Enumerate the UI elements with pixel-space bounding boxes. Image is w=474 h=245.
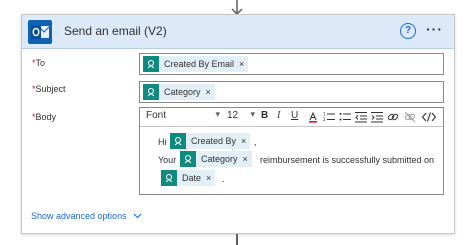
dynamic-content-token[interactable]: Category × [143, 84, 215, 100]
to-label: *To [32, 58, 45, 68]
dynamic-content-token[interactable]: Category × [180, 151, 252, 167]
help-button[interactable]: ? [400, 23, 416, 39]
show-advanced-label: Show advanced options [31, 211, 127, 221]
to-field[interactable]: Created By Email × [139, 53, 444, 75]
body-label-text: Body [35, 112, 57, 122]
decrease-indent-icon[interactable] [355, 111, 367, 123]
font-value: Font [146, 110, 167, 121]
token-label: Category [164, 87, 201, 97]
font-color-icon[interactable] [307, 111, 319, 123]
dynamic-content-token[interactable]: Created By × [170, 133, 251, 149]
remove-token-icon[interactable]: × [243, 154, 252, 164]
token-label: Date [182, 173, 202, 183]
chevron-down-icon: ▾ [215, 109, 220, 119]
font-dropdown[interactable]: Font ▾ [146, 109, 220, 124]
code-view-icon[interactable] [422, 111, 436, 123]
flow-connector-line [236, 234, 238, 245]
action-title: Send an email (V2) [64, 24, 167, 38]
dynamic-content-token[interactable]: Created By Email × [143, 56, 249, 72]
remove-link-icon[interactable] [404, 111, 416, 123]
chevron-down-icon: ▾ [250, 109, 255, 119]
font-size-dropdown[interactable]: 12 ▾ [227, 109, 255, 124]
card-header[interactable]: Send an email (V2) ? ··· [22, 15, 454, 49]
to-label-text: To [35, 58, 46, 68]
formatting-toolbar: Font ▾ 12 ▾ B I U 12 [140, 108, 443, 127]
body-text: reimbursement is successfully submitted … [260, 155, 435, 165]
body-editor[interactable]: Font ▾ 12 ▾ B I U 12 Hi Created By × , Y… [139, 107, 444, 195]
token-label: Created By [191, 136, 237, 146]
increase-indent-icon[interactable] [371, 111, 383, 123]
remove-token-icon[interactable]: × [239, 59, 248, 69]
subject-field[interactable]: Category × [139, 81, 444, 103]
remove-token-icon[interactable]: × [206, 173, 215, 183]
remove-token-icon[interactable]: × [206, 87, 215, 97]
font-size-value: 12 [227, 110, 239, 121]
outlook-icon [28, 20, 52, 44]
svg-text:1: 1 [323, 112, 326, 117]
body-text: , [254, 137, 257, 147]
dynamic-content-icon [143, 56, 159, 72]
numbered-list-icon[interactable]: 12 [323, 111, 335, 123]
subject-label: *Subject [32, 84, 66, 94]
action-card: Send an email (V2) ? ··· *To Created By … [21, 14, 455, 234]
subject-label-text: Subject [35, 84, 66, 94]
more-options-button[interactable]: ··· [426, 21, 443, 37]
bulleted-list-icon[interactable] [339, 111, 351, 123]
insert-link-icon[interactable] [387, 111, 399, 123]
dynamic-content-icon [143, 84, 159, 100]
dynamic-content-icon [170, 133, 186, 149]
show-advanced-options-link[interactable]: Show advanced options [31, 211, 142, 221]
body-text: Your [158, 155, 177, 165]
token-label: Created By Email [164, 59, 235, 69]
underline-button[interactable]: U [291, 110, 298, 121]
body-text: . [222, 174, 225, 184]
svg-text:2: 2 [323, 117, 326, 122]
remove-token-icon[interactable]: × [241, 136, 250, 146]
body-text: Hi [158, 137, 167, 147]
body-label: *Body [32, 112, 56, 122]
dynamic-content-icon [161, 170, 177, 186]
dynamic-content-token[interactable]: Date × [161, 170, 216, 186]
italic-button[interactable]: I [277, 110, 280, 121]
token-label: Category [201, 154, 238, 164]
chevron-down-icon [133, 213, 142, 219]
dynamic-content-icon [180, 151, 196, 167]
bold-button[interactable]: B [261, 110, 268, 121]
